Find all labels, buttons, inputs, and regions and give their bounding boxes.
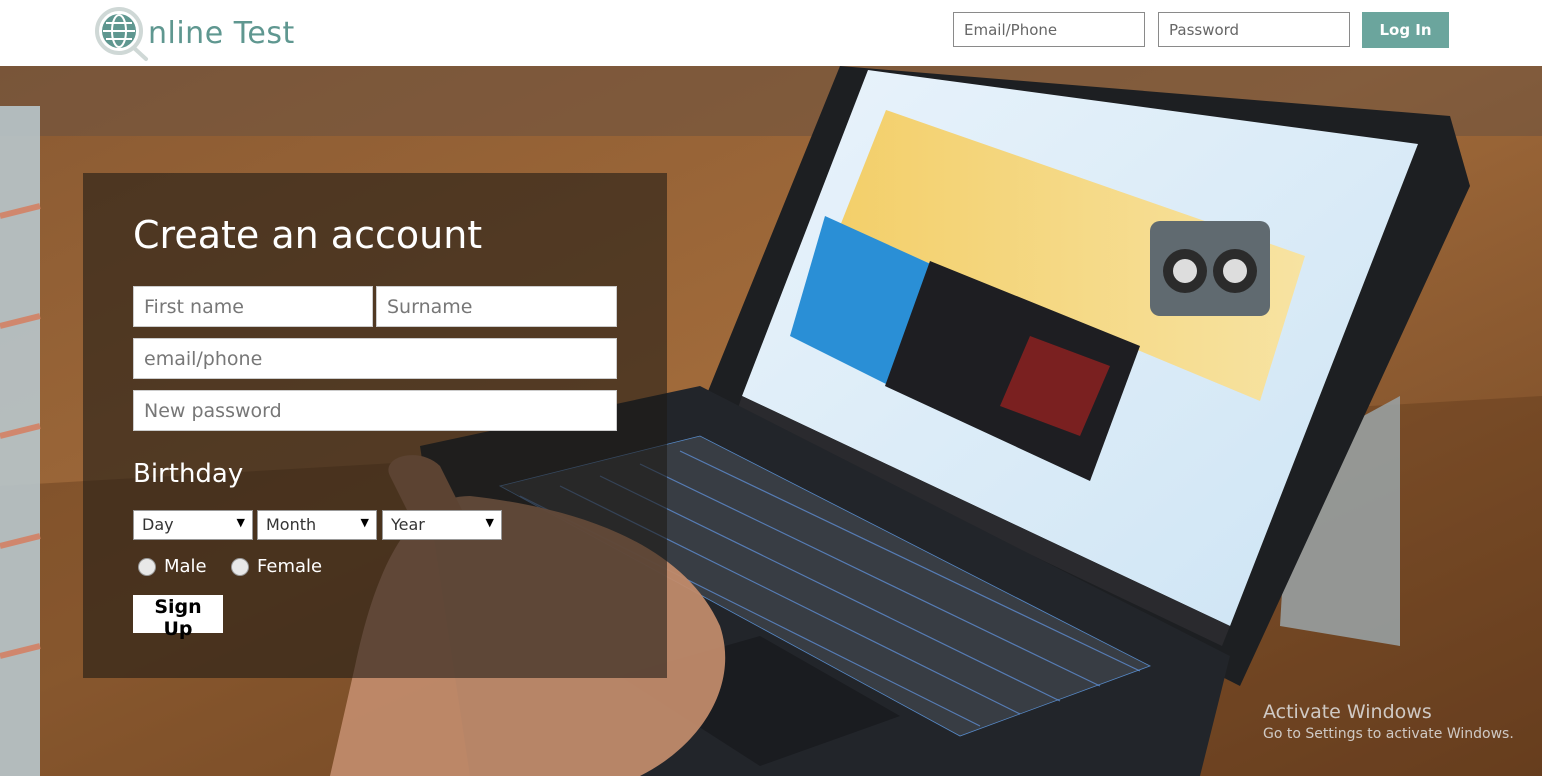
year-select-value: Year (391, 515, 425, 534)
day-select[interactable]: Day ▼ (133, 510, 253, 540)
male-radio[interactable] (138, 557, 156, 576)
email-phone-input[interactable] (133, 338, 617, 379)
logo-text: nline Test (148, 16, 295, 51)
activation-watermark-title: Activate Windows (1263, 701, 1432, 723)
surname-input[interactable] (376, 286, 617, 327)
month-select[interactable]: Month ▼ (257, 510, 377, 540)
login-button[interactable]: Log In (1362, 12, 1449, 48)
dropdown-arrow-icon: ▼ (236, 516, 245, 529)
new-password-input[interactable] (133, 390, 617, 431)
site-logo[interactable]: nline Test (94, 4, 314, 62)
login-password-input[interactable] (1158, 12, 1350, 47)
female-label: Female (257, 556, 323, 577)
signup-title: Create an account (133, 213, 483, 257)
birthday-label: Birthday (133, 459, 244, 489)
first-name-input[interactable] (133, 286, 373, 327)
sign-up-button[interactable]: Sign Up (133, 595, 223, 640)
female-radio[interactable] (231, 557, 249, 576)
gender-male-option[interactable]: Male (138, 556, 207, 577)
dropdown-arrow-icon: ▼ (485, 516, 494, 529)
top-bar: nline Test Log In (0, 0, 1542, 66)
globe-search-icon (95, 7, 148, 61)
activation-watermark-subtitle: Go to Settings to activate Windows. (1263, 726, 1514, 742)
male-label: Male (164, 556, 207, 577)
month-select-value: Month (266, 515, 317, 534)
year-select[interactable]: Year ▼ (382, 510, 502, 540)
signup-panel: Create an account Birthday Day ▼ Month ▼… (83, 173, 667, 678)
day-select-value: Day (142, 515, 174, 534)
dropdown-arrow-icon: ▼ (360, 516, 369, 529)
gender-female-option[interactable]: Female (231, 556, 322, 577)
login-email-input[interactable] (953, 12, 1145, 47)
